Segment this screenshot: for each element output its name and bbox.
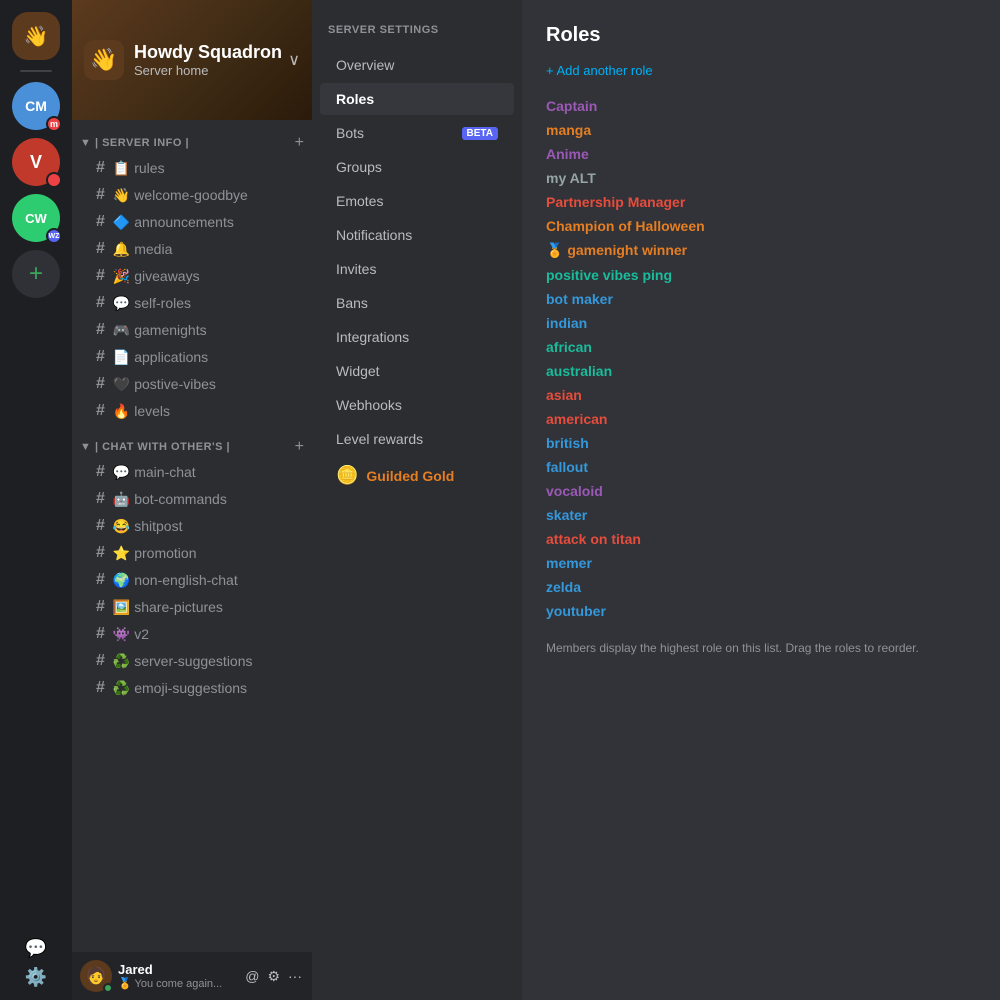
settings-item-integrations[interactable]: Integrations <box>320 321 514 353</box>
roles-note: Members display the highest role on this… <box>546 639 976 657</box>
channel-welcome-goodbye[interactable]: #👋 welcome-goodbye <box>80 182 304 208</box>
channel-levels[interactable]: #🔥 levels <box>80 398 304 424</box>
role-positive-vibes-ping[interactable]: positive vibes ping <box>546 263 976 287</box>
user-bar: 🧑 Jared 🏅 You come again... @ ⚙ ··· <box>72 952 312 1000</box>
settings-item-widget[interactable]: Widget <box>320 355 514 387</box>
settings-item-invites[interactable]: Invites <box>320 253 514 285</box>
server-header-info: Howdy Squadron Server home <box>134 42 282 78</box>
channel-media[interactable]: #🔔 media <box>80 236 304 262</box>
channel-giveaways[interactable]: #🎉 giveaways <box>80 263 304 289</box>
guilded-gold-label: Guilded Gold <box>366 468 454 484</box>
server-subtitle: Server home <box>134 63 282 78</box>
channel-self-roles[interactable]: #💬 self-roles <box>80 290 304 316</box>
badge-m: m <box>50 119 58 129</box>
settings-item-notifications[interactable]: Notifications <box>320 219 514 251</box>
server-header[interactable]: 👋 Howdy Squadron Server home ∨ <box>72 0 312 120</box>
server-icon-howdy[interactable]: 👋 <box>12 12 60 60</box>
user-info: Jared 🏅 You come again... <box>118 962 237 990</box>
settings-item-bots[interactable]: Bots BETA <box>320 117 514 149</box>
category-label-server-info: ▼ | Server Info | <box>80 137 189 149</box>
user-avatar: 🧑 <box>80 960 112 992</box>
role-american[interactable]: american <box>546 407 976 431</box>
settings-item-roles[interactable]: Roles <box>320 83 514 115</box>
add-role-button[interactable]: + Add another role <box>546 63 976 78</box>
role-vocaloid[interactable]: vocaloid <box>546 479 976 503</box>
role-memer[interactable]: memer <box>546 551 976 575</box>
role-my-alt[interactable]: my ALT <box>546 166 976 190</box>
settings-item-bans[interactable]: Bans <box>320 287 514 319</box>
server-avatar: 👋 <box>84 40 124 80</box>
badge-wz: WZ <box>46 228 62 244</box>
online-indicator <box>103 983 113 993</box>
guilded-gold-item[interactable]: 🪙 Guilded Gold <box>320 457 514 494</box>
channel-v2[interactable]: #👾 v2 <box>80 621 304 647</box>
settings-item-overview[interactable]: Overview <box>320 49 514 81</box>
channel-non-english-chat[interactable]: #🌍 non-english-chat <box>80 567 304 593</box>
channel-main-chat[interactable]: #💬 main-chat <box>80 459 304 485</box>
channel-share-pictures[interactable]: #🖼️ share-pictures <box>80 594 304 620</box>
mention-button[interactable]: @ <box>243 966 261 987</box>
role-australian[interactable]: australian <box>546 359 976 383</box>
role-captain[interactable]: Captain <box>546 94 976 118</box>
category-server-info[interactable]: ▼ | Server Info | + <box>72 128 312 154</box>
category-add-server-info[interactable]: + <box>295 134 304 152</box>
user-status: 🏅 You come again... <box>118 977 237 990</box>
settings-button[interactable]: ⚙ <box>265 966 282 987</box>
channel-postive-vibes[interactable]: #🖤 postive-vibes <box>80 371 304 397</box>
settings-panel: Server settings Overview Roles Bots BETA… <box>312 0 522 1000</box>
role-champion-of-halloween[interactable]: Champion of Halloween <box>546 214 976 238</box>
role-manga[interactable]: manga <box>546 118 976 142</box>
channels-list: ▼ | Server Info | + #📋 rules #👋 welcome-… <box>72 120 312 952</box>
server-nav: 👋 CM m V CW WZ + 💬 ⚙️ <box>0 0 72 1000</box>
channel-server-suggestions[interactable]: #♻️ server-suggestions <box>80 648 304 674</box>
badge-red <box>46 172 62 188</box>
user-controls: @ ⚙ ··· <box>243 966 304 987</box>
role-indian[interactable]: indian <box>546 311 976 335</box>
settings-item-level-rewards[interactable]: Level rewards <box>320 423 514 455</box>
roles-panel-title: Roles <box>546 24 976 47</box>
category-label-chat: ▼ | Chat With other's | <box>80 441 230 453</box>
role-zelda[interactable]: zelda <box>546 575 976 599</box>
role-bot-maker[interactable]: bot maker <box>546 287 976 311</box>
server-name: Howdy Squadron <box>134 42 282 63</box>
server-icon-v[interactable]: V <box>12 138 60 186</box>
beta-badge: BETA <box>462 127 498 140</box>
channel-announcements[interactable]: #🔷 announcements <box>80 209 304 235</box>
role-african[interactable]: african <box>546 335 976 359</box>
channel-gamenights[interactable]: #🎮 gamenights <box>80 317 304 343</box>
settings-item-emotes[interactable]: Emotes <box>320 185 514 217</box>
server-icon-cm[interactable]: CM m <box>12 82 60 130</box>
roles-panel: Roles + Add another role CaptainmangaAni… <box>522 0 1000 1000</box>
guilded-coin-icon: 🪙 <box>336 465 358 486</box>
add-server-button[interactable]: + <box>12 250 60 298</box>
role-british[interactable]: british <box>546 431 976 455</box>
channel-shitpost[interactable]: #😂 shitpost <box>80 513 304 539</box>
role-skater[interactable]: skater <box>546 503 976 527</box>
chat-icon[interactable]: 💬 <box>25 938 47 959</box>
channel-rules[interactable]: #📋 rules <box>80 155 304 181</box>
settings-panel-title: Server settings <box>312 16 522 48</box>
settings-item-webhooks[interactable]: Webhooks <box>320 389 514 421</box>
settings-icon[interactable]: ⚙️ <box>25 967 47 988</box>
role-partnership-manager[interactable]: Partnership Manager <box>546 190 976 214</box>
role-asian[interactable]: asian <box>546 383 976 407</box>
more-options-button[interactable]: ··· <box>286 966 304 987</box>
role-youtuber[interactable]: youtuber <box>546 599 976 623</box>
category-add-chat[interactable]: + <box>295 438 304 456</box>
role-gamenight-winner[interactable]: 🏅 gamenight winner <box>546 238 976 263</box>
category-chat-with-others[interactable]: ▼ | Chat With other's | + <box>72 432 312 458</box>
username: Jared <box>118 962 237 977</box>
role-attack-on-titan[interactable]: attack on titan <box>546 527 976 551</box>
channel-bot-commands[interactable]: #🤖 bot-commands <box>80 486 304 512</box>
chevron-down-icon: ∨ <box>288 50 300 70</box>
role-fallout[interactable]: fallout <box>546 455 976 479</box>
role-anime[interactable]: Anime <box>546 142 976 166</box>
settings-item-groups[interactable]: Groups <box>320 151 514 183</box>
channel-sidebar: 👋 Howdy Squadron Server home ∨ ▼ | Serve… <box>72 0 312 1000</box>
server-icon-cw[interactable]: CW WZ <box>12 194 60 242</box>
channel-applications[interactable]: #📄 applications <box>80 344 304 370</box>
channel-promotion[interactable]: #⭐ promotion <box>80 540 304 566</box>
channel-emoji-suggestions[interactable]: #♻️ emoji-suggestions <box>80 675 304 701</box>
roles-list: CaptainmangaAnimemy ALTPartnership Manag… <box>546 94 976 623</box>
